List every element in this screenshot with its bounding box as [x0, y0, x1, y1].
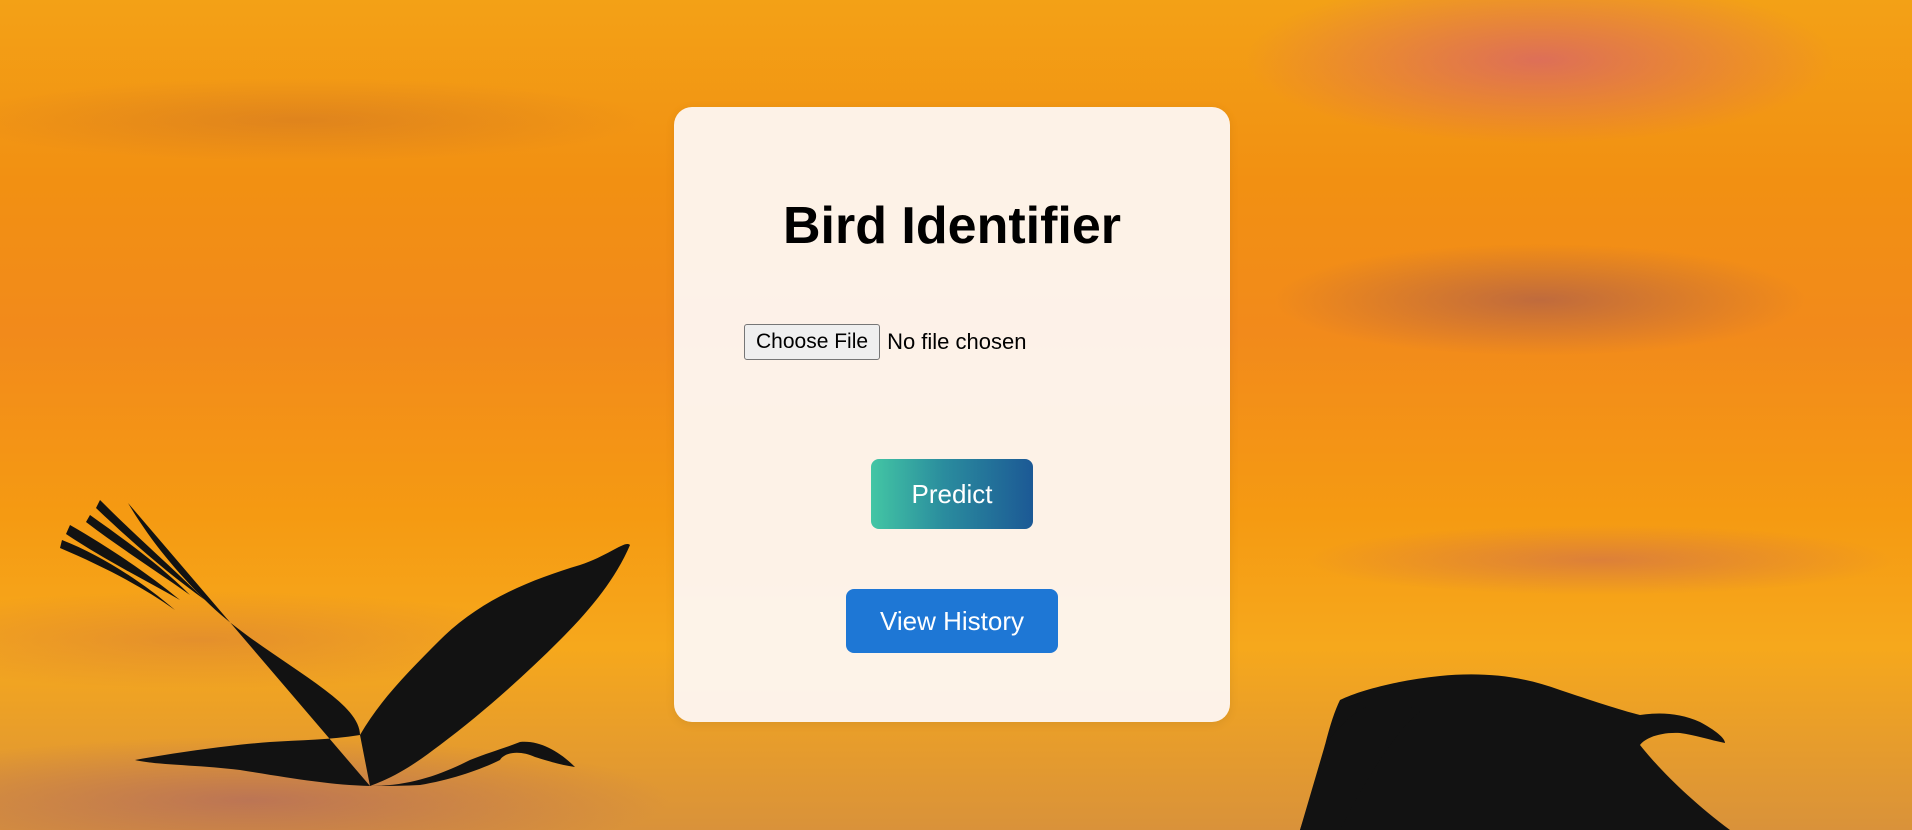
- right-bird-silhouette: [1300, 674, 1730, 830]
- choose-file-button[interactable]: Choose File: [744, 324, 881, 360]
- file-status-text: No file chosen: [887, 329, 1027, 354]
- bird-identifier-card: Bird Identifier Choose File No file chos…: [674, 107, 1230, 722]
- predict-button[interactable]: Predict: [871, 459, 1033, 529]
- left-bird-silhouette: [60, 500, 630, 786]
- file-upload-control[interactable]: Choose File No file chosen: [744, 324, 1026, 360]
- view-history-button[interactable]: View History: [846, 589, 1058, 653]
- page-title: Bird Identifier: [782, 197, 1122, 255]
